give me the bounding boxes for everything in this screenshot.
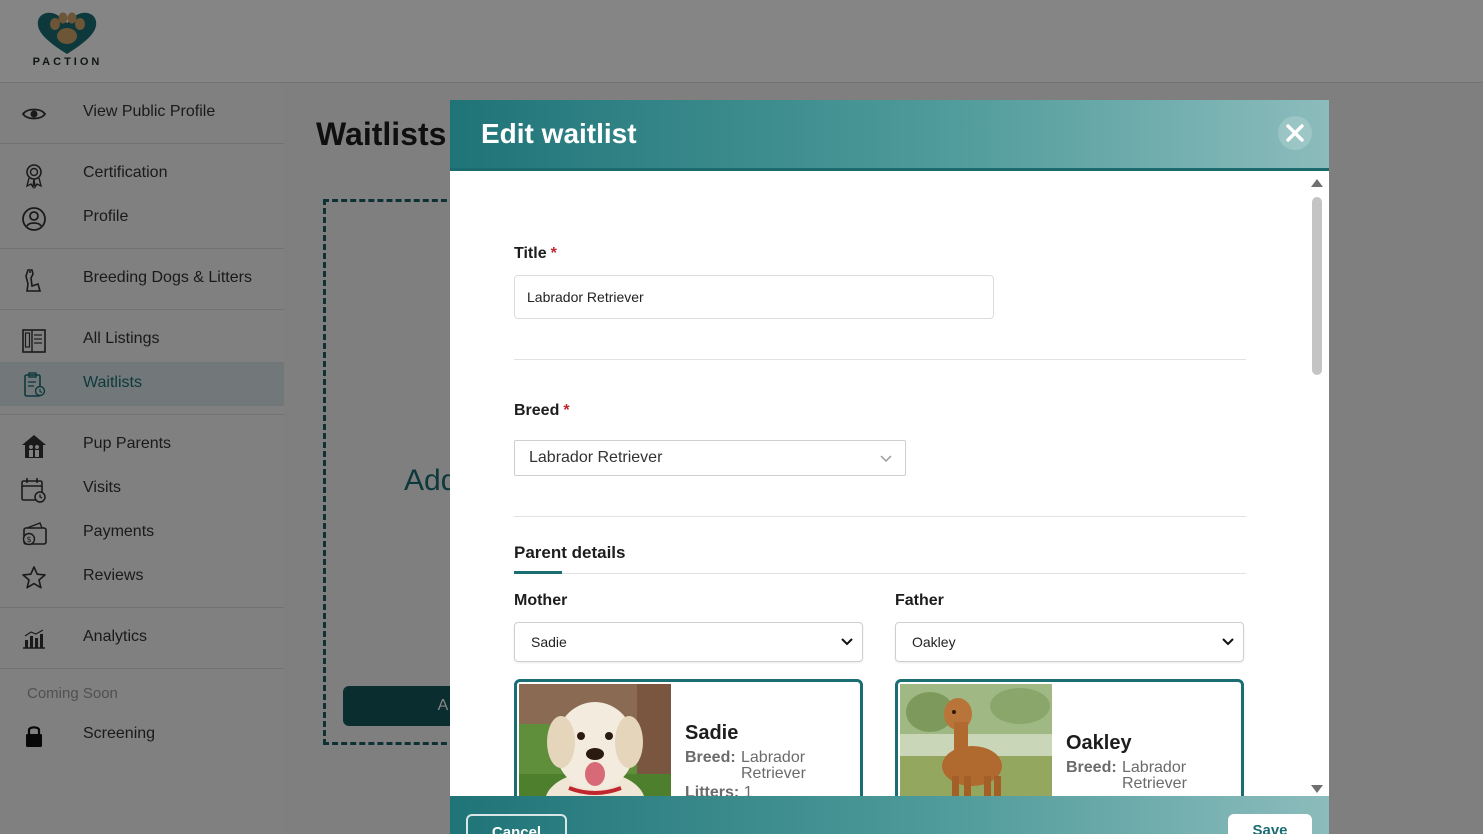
- chevron-down-icon: [841, 638, 853, 646]
- father-select-value: Oakley: [912, 634, 956, 650]
- scroll-up-arrow-icon[interactable]: [1311, 179, 1323, 187]
- breed-select-value: Labrador Retriever: [529, 449, 663, 466]
- close-icon: [1286, 124, 1304, 142]
- father-select[interactable]: Oakley: [895, 622, 1244, 662]
- title-label: Title *: [514, 245, 557, 262]
- mother-card[interactable]: Sadie Breed: Labrador Retriever Litters:…: [514, 679, 863, 796]
- title-input[interactable]: Labrador Retriever: [514, 275, 994, 319]
- breed-select[interactable]: Labrador Retriever: [514, 440, 906, 476]
- chevron-down-icon: [1222, 638, 1234, 646]
- save-button[interactable]: Save: [1228, 814, 1312, 834]
- modal-body: Title * Labrador Retriever Breed * Labrado…: [450, 171, 1329, 796]
- father-name: Oakley: [1066, 732, 1132, 754]
- modal-header: Edit waitlist: [450, 100, 1329, 171]
- mother-breed: Breed: Labrador Retriever: [685, 749, 806, 782]
- required-mark: *: [563, 402, 570, 419]
- breed-label: Breed *: [514, 402, 570, 419]
- section-accent-bar: [514, 571, 562, 574]
- close-button[interactable]: [1278, 116, 1312, 150]
- father-breed: Breed: Labrador Retriever: [1066, 759, 1187, 792]
- mother-name: Sadie: [685, 722, 739, 744]
- mother-select-value: Sadie: [531, 634, 567, 650]
- chevron-down-icon: [880, 455, 892, 463]
- mother-litters: Litters: 1: [685, 784, 753, 797]
- scrollbar[interactable]: [1310, 175, 1324, 793]
- mother-select[interactable]: Sadie: [514, 622, 863, 662]
- cancel-button[interactable]: Cancel: [466, 814, 567, 834]
- edit-waitlist-modal: Edit waitlist Title * Labrador Retriever …: [450, 100, 1329, 834]
- parent-details-heading: Parent details: [514, 543, 626, 562]
- modal-title: Edit waitlist: [481, 118, 637, 149]
- section-underline: [514, 573, 1246, 574]
- mother-label: Mother: [514, 592, 568, 609]
- divider: [514, 359, 1246, 360]
- father-label: Father: [895, 592, 944, 609]
- father-card[interactable]: Oakley Breed: Labrador Retriever: [895, 679, 1244, 796]
- divider: [514, 516, 1246, 517]
- required-mark: *: [550, 245, 557, 262]
- mother-dog-photo: [519, 684, 671, 796]
- scroll-thumb[interactable]: [1312, 197, 1322, 375]
- father-dog-photo: [900, 684, 1052, 796]
- modal-footer: Cancel Save: [450, 796, 1329, 834]
- scroll-down-arrow-icon[interactable]: [1311, 785, 1323, 793]
